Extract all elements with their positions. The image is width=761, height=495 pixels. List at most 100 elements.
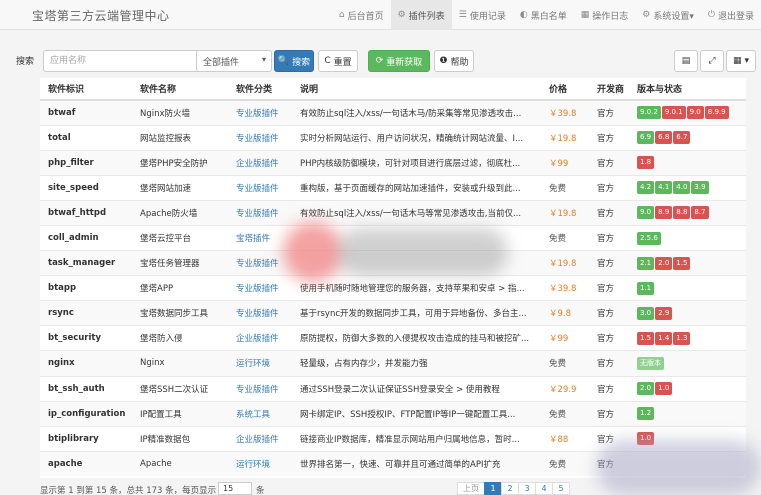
col-header-name[interactable]: 软件名称 xyxy=(132,78,228,101)
version-badge[interactable]: 2.5.6 xyxy=(637,231,661,245)
version-badge[interactable]: 1.2 xyxy=(637,407,655,421)
version-badge[interactable]: 无版本 xyxy=(637,356,664,370)
cell-category[interactable]: 专业版插件 xyxy=(228,275,292,301)
cell-category[interactable]: 企业版插件 xyxy=(228,149,292,176)
category-select-value: 全部插件 xyxy=(203,58,240,68)
table-row[interactable]: btwaf_httpd Apache防火墙 专业版插件 有效防止sql注入/xss/一… xyxy=(40,199,746,226)
page-button[interactable]: 3 xyxy=(518,482,536,495)
version-badge[interactable]: 8.8 xyxy=(673,206,691,220)
nav-item-1[interactable]: ⚙ 插件列表 xyxy=(390,0,452,30)
version-badge[interactable]: 8.7 xyxy=(691,206,709,220)
version-badge[interactable]: 2.0 xyxy=(655,256,673,270)
cell-category[interactable]: 专业版插件 xyxy=(228,124,292,151)
version-badge[interactable]: 9.0 xyxy=(637,206,655,220)
cell-category[interactable]: 专业版插件 xyxy=(228,300,292,326)
cell-versions: 无版本 xyxy=(629,350,746,377)
per-page-select[interactable]: 15 xyxy=(218,482,252,495)
col-header-developer[interactable]: 开发商 xyxy=(589,78,629,101)
version-badge[interactable]: 1.0 xyxy=(655,382,673,396)
version-badge[interactable]: 8.9.9 xyxy=(704,106,729,120)
toolbar: 搜索 全部插件 ▾ 🔍 搜索 C 重置 ⟳ 重新获取 ❶ 帮助 ▤ ⤢ ▦ ▾ xyxy=(16,50,756,72)
version-badge[interactable]: 4.1 xyxy=(655,181,673,195)
cell-plugin-name: 堡塔PHP安全防护 xyxy=(132,149,228,176)
table-row[interactable]: btapp 堡塔APP 专业版插件 使用手机随时随地管理您的服务器，支持苹果和安卓 >… xyxy=(40,275,746,301)
table-row[interactable]: bt_ssh_auth 堡塔SSH二次认证 专业版插件 通过SSH登录二次认证保证SS… xyxy=(40,375,746,402)
nav-item-2[interactable]: ☰ 使用记录 xyxy=(452,0,513,30)
table-row[interactable]: php_filter 堡塔PHP安全防护 企业版插件 PHP内核级防御模块，可针对项目… xyxy=(40,149,746,176)
page-button[interactable]: 1 xyxy=(484,482,502,495)
table-row[interactable]: rsync 宝塔数据同步工具 专业版插件 基于rsync开发的数据同步工具，可用于异地… xyxy=(40,300,746,326)
cell-category[interactable]: 运行环境 xyxy=(228,450,292,477)
version-badge[interactable]: 4.2 xyxy=(637,181,655,195)
table-row[interactable]: bt_security 堡塔防入侵 企业版插件 原防提权，防御大多数的入侵提权攻击造成… xyxy=(40,325,746,351)
cell-plugin-name: IP配置工具 xyxy=(132,400,228,427)
main-nav: ⌂ 后台首页 ⚙ 插件列表 ☰ 使用记录 ◐ 黑白名单 ▦ 操作日志 ⚙ 系统设置▾ ⏻ 退出登录 xyxy=(332,0,761,30)
nav-item-0[interactable]: ⌂ 后台首页 xyxy=(332,0,391,30)
cell-category[interactable]: 运行环境 xyxy=(228,350,292,377)
cell-category[interactable]: 专业版插件 xyxy=(228,375,292,402)
version-badge[interactable]: 4.0 xyxy=(673,181,691,195)
version-badge[interactable]: 1.5 xyxy=(673,256,691,270)
version-badge[interactable]: 6.9 xyxy=(637,131,655,145)
grid-view-button[interactable]: ▦ ▾ xyxy=(726,50,756,72)
version-badge[interactable]: 1.8 xyxy=(637,156,655,170)
cell-plugin-id: php_filter xyxy=(40,149,132,176)
page-button[interactable]: 2 xyxy=(501,482,519,495)
version-badge[interactable]: 2.1 xyxy=(637,256,655,270)
reset-button[interactable]: C 重置 xyxy=(318,50,358,72)
col-header-category[interactable]: 软件分类 xyxy=(228,78,292,101)
nav-item-label: 使用记录 xyxy=(469,11,506,22)
cell-developer: 官方 xyxy=(589,375,629,402)
version-badge[interactable]: 3.9 xyxy=(691,181,709,195)
version-badge[interactable]: 9.0.2 xyxy=(637,106,661,120)
help-button[interactable]: ❶ 帮助 xyxy=(434,50,474,72)
fullscreen-button[interactable]: ⤢ xyxy=(700,50,724,72)
col-header-versions[interactable]: 版本与状态 xyxy=(629,78,746,101)
prev-page-button[interactable]: 上页 xyxy=(457,482,485,495)
version-badge[interactable]: 1.4 xyxy=(655,331,673,345)
cell-category[interactable]: 专业版插件 xyxy=(228,199,292,226)
version-badge[interactable]: 1.1 xyxy=(637,281,655,295)
cell-category[interactable]: 专业版插件 xyxy=(228,174,292,201)
table-row[interactable]: site_speed 堡塔网站加速 专业版插件 重构版，基于页面缓存的网站加速插件，安… xyxy=(40,174,746,201)
cell-category[interactable]: 专业版插件 xyxy=(228,99,292,126)
version-badge[interactable]: 6.7 xyxy=(673,131,691,145)
cell-plugin-name: 堡塔SSH二次认证 xyxy=(132,375,228,402)
version-badge[interactable]: 3.0 xyxy=(637,306,655,320)
cell-plugin-name: IP精准数据包 xyxy=(132,425,228,452)
cell-category[interactable]: 企业版插件 xyxy=(228,425,292,452)
cell-category[interactable]: 企业版插件 xyxy=(228,325,292,351)
version-badge[interactable]: 2.9 xyxy=(655,306,673,320)
col-header-price[interactable]: 价格 xyxy=(541,78,589,101)
nav-icon: ☰ xyxy=(458,10,467,20)
col-header-description[interactable]: 说明 xyxy=(292,78,541,101)
nav-item-4[interactable]: ▦ 操作日志 xyxy=(574,0,636,30)
version-badge[interactable]: 1.3 xyxy=(673,331,691,345)
nav-item-6[interactable]: ⏻ 退出登录 xyxy=(701,0,761,30)
version-badge[interactable]: 8.9 xyxy=(655,206,673,220)
nav-icon: ◐ xyxy=(519,10,528,20)
search-button[interactable]: 🔍 搜索 xyxy=(274,50,314,72)
table-row[interactable]: btwaf Nginx防火墙 专业版插件 有效防止sql注入/xss/一句话木马/防采… xyxy=(40,99,746,126)
table-row[interactable]: ip_configuration IP配置工具 系统工具 网卡绑定IP、SSH授权IP… xyxy=(40,400,746,427)
version-badge[interactable]: 9.0 xyxy=(686,106,704,120)
page-button[interactable]: 5 xyxy=(552,482,570,495)
search-input[interactable] xyxy=(43,50,208,72)
version-badge[interactable]: 9.0.1 xyxy=(661,106,686,120)
cell-versions: 1.8 xyxy=(629,149,746,176)
version-badge[interactable]: 1.5 xyxy=(637,331,655,345)
page-button[interactable]: 4 xyxy=(535,482,553,495)
col-header-id[interactable]: 软件标识 xyxy=(40,78,132,101)
cell-developer: 官方 xyxy=(589,250,629,276)
table-row[interactable]: total 网站监控报表 专业版插件 实时分析网站运行、用户访问状况，精确统计网站流量… xyxy=(40,124,746,151)
nav-item-3[interactable]: ◐ 黑白名单 xyxy=(513,0,574,30)
version-badge[interactable]: 6.8 xyxy=(655,131,673,145)
cell-category[interactable]: 系统工具 xyxy=(228,400,292,427)
table-row[interactable]: nginx Nginx 运行环境 轻量级，占有内存少，并发能力强 免费 官方 无版本 xyxy=(40,350,746,377)
toggle-columns-button[interactable]: ▤ xyxy=(674,50,698,72)
refresh-button[interactable]: ⟳ 重新获取 xyxy=(368,50,430,72)
category-select[interactable]: 全部插件 ▾ xyxy=(196,50,272,72)
brand-title[interactable]: 宝塔第三方云端管理中心 xyxy=(32,7,170,24)
version-badge[interactable]: 2.0 xyxy=(637,382,655,396)
nav-item-5[interactable]: ⚙ 系统设置▾ xyxy=(635,0,701,30)
